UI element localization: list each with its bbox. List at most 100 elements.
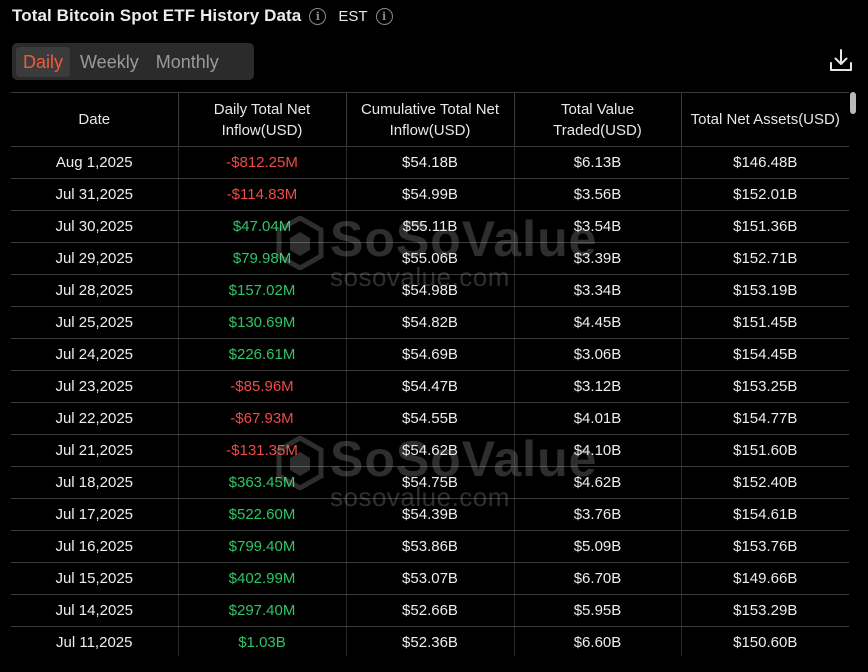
table-row[interactable]: Jul 30,2025 $47.04M $55.11B $3.54B $151.36B xyxy=(11,210,849,243)
cell-net-assets: $154.77B xyxy=(681,402,849,435)
cell-cumulative-inflow: $54.18B xyxy=(346,146,515,179)
table-row[interactable]: Jul 29,2025 $79.98M $55.06B $3.39B $152.71B xyxy=(11,242,849,275)
cell-net-assets: $152.71B xyxy=(681,242,849,275)
cell-net-assets: $153.29B xyxy=(681,594,849,627)
cell-net-assets: $149.66B xyxy=(681,562,849,595)
cell-daily-inflow: $157.02M xyxy=(178,274,347,307)
cell-net-assets: $153.25B xyxy=(681,370,849,403)
history-table-container[interactable]: Date Daily Total Net Inflow(USD) Cumulat… xyxy=(11,92,849,656)
tab-daily[interactable]: Daily xyxy=(16,46,71,77)
column-header-date[interactable]: Date xyxy=(11,92,179,147)
cell-cumulative-inflow: $54.47B xyxy=(346,370,515,403)
cell-daily-inflow: $402.99M xyxy=(178,562,347,595)
cell-daily-inflow: $47.04M xyxy=(178,210,347,243)
timezone-info-icon[interactable]: i xyxy=(375,7,393,25)
table-body: Aug 1,2025 -$812.25M $54.18B $6.13B $146.48B… xyxy=(11,146,849,656)
table-scrollbar[interactable] xyxy=(849,92,857,656)
download-icon xyxy=(830,49,852,71)
cell-daily-inflow: $130.69M xyxy=(178,306,347,339)
cell-cumulative-inflow: $52.66B xyxy=(346,594,515,627)
cell-net-assets: $146.48B xyxy=(681,146,849,179)
cell-value-traded: $5.95B xyxy=(514,594,682,627)
cell-daily-inflow: $79.98M xyxy=(178,242,347,275)
cell-cumulative-inflow: $54.69B xyxy=(346,338,515,371)
cell-value-traded: $6.70B xyxy=(514,562,682,595)
cell-daily-inflow: -$85.96M xyxy=(178,370,347,403)
cell-date: Jul 25,2025 xyxy=(11,306,179,339)
column-header-net-assets[interactable]: Total Net Assets(USD) xyxy=(681,92,849,147)
cell-net-assets: $151.60B xyxy=(681,434,849,467)
table-row[interactable]: Jul 15,2025 $402.99M $53.07B $6.70B $149.66B xyxy=(11,562,849,595)
cell-cumulative-inflow: $54.99B xyxy=(346,178,515,211)
cell-cumulative-inflow: $54.62B xyxy=(346,434,515,467)
cell-date: Jul 11,2025 xyxy=(11,626,179,656)
cell-date: Jul 15,2025 xyxy=(11,562,179,595)
cell-date: Jul 18,2025 xyxy=(11,466,179,499)
cell-net-assets: $150.60B xyxy=(681,626,849,656)
cell-cumulative-inflow: $55.11B xyxy=(346,210,515,243)
page-title: Total Bitcoin Spot ETF History Data xyxy=(12,6,302,25)
cell-net-assets: $154.61B xyxy=(681,498,849,531)
table-row[interactable]: Jul 25,2025 $130.69M $54.82B $4.45B $151.45B xyxy=(11,306,849,339)
table-row[interactable]: Jul 24,2025 $226.61M $54.69B $3.06B $154.45B xyxy=(11,338,849,371)
cell-value-traded: $4.01B xyxy=(514,402,682,435)
table-row[interactable]: Jul 14,2025 $297.40M $52.66B $5.95B $153.29B xyxy=(11,594,849,627)
table-row[interactable]: Jul 28,2025 $157.02M $54.98B $3.34B $153.19B xyxy=(11,274,849,307)
table-row[interactable]: Jul 21,2025 -$131.35M $54.62B $4.10B $151.60… xyxy=(11,434,849,467)
cell-daily-inflow: $226.61M xyxy=(178,338,347,371)
cell-cumulative-inflow: $54.98B xyxy=(346,274,515,307)
cell-cumulative-inflow: $54.39B xyxy=(346,498,515,531)
cell-date: Jul 30,2025 xyxy=(11,210,179,243)
cell-date: Jul 21,2025 xyxy=(11,434,179,467)
table-row[interactable]: Jul 22,2025 -$67.93M $54.55B $4.01B $154.77B xyxy=(11,402,849,435)
cell-date: Jul 16,2025 xyxy=(11,530,179,563)
table-row[interactable]: Jul 17,2025 $522.60M $54.39B $3.76B $154.61B xyxy=(11,498,849,531)
cell-value-traded: $3.06B xyxy=(514,338,682,371)
table-row[interactable]: Jul 31,2025 -$114.83M $54.99B $3.56B $152.01… xyxy=(11,178,849,211)
cell-value-traded: $3.54B xyxy=(514,210,682,243)
cell-cumulative-inflow: $54.75B xyxy=(346,466,515,499)
timezone-label: EST xyxy=(338,7,368,25)
cell-net-assets: $153.19B xyxy=(681,274,849,307)
cell-net-assets: $153.76B xyxy=(681,530,849,563)
cell-value-traded: $3.39B xyxy=(514,242,682,275)
period-tabs: Daily Weekly Monthly xyxy=(12,43,254,80)
cell-date: Jul 22,2025 xyxy=(11,402,179,435)
column-header-value-traded[interactable]: Total Value Traded(USD) xyxy=(514,92,682,147)
cell-cumulative-inflow: $52.36B xyxy=(346,626,515,656)
table-row[interactable]: Jul 23,2025 -$85.96M $54.47B $3.12B $153.25B xyxy=(11,370,849,403)
cell-daily-inflow: -$131.35M xyxy=(178,434,347,467)
page-header: Total Bitcoin Spot ETF History Data i ES… xyxy=(12,4,393,28)
cell-value-traded: $4.10B xyxy=(514,434,682,467)
cell-daily-inflow: -$114.83M xyxy=(178,178,347,211)
cell-daily-inflow: -$67.93M xyxy=(178,402,347,435)
table-row[interactable]: Jul 18,2025 $363.45M $54.75B $4.62B $152.40B xyxy=(11,466,849,499)
table-row[interactable]: Aug 1,2025 -$812.25M $54.18B $6.13B $146.48B xyxy=(11,146,849,179)
table-row[interactable]: Jul 11,2025 $1.03B $52.36B $6.60B $150.60B xyxy=(11,626,849,656)
cell-daily-inflow: $1.03B xyxy=(178,626,347,656)
cell-net-assets: $151.36B xyxy=(681,210,849,243)
scrollbar-thumb[interactable] xyxy=(850,92,856,114)
download-button[interactable] xyxy=(826,46,856,76)
tab-weekly[interactable]: Weekly xyxy=(73,47,146,77)
cell-daily-inflow: $522.60M xyxy=(178,498,347,531)
cell-value-traded: $3.34B xyxy=(514,274,682,307)
cell-daily-inflow: $799.40M xyxy=(178,530,347,563)
info-icon[interactable]: i xyxy=(309,7,327,25)
cell-date: Jul 28,2025 xyxy=(11,274,179,307)
cell-value-traded: $4.62B xyxy=(514,466,682,499)
column-header-cumulative-inflow[interactable]: Cumulative Total Net Inflow(USD) xyxy=(346,92,515,147)
cell-date: Jul 23,2025 xyxy=(11,370,179,403)
cell-daily-inflow: $297.40M xyxy=(178,594,347,627)
cell-value-traded: $5.09B xyxy=(514,530,682,563)
cell-cumulative-inflow: $55.06B xyxy=(346,242,515,275)
cell-date: Jul 29,2025 xyxy=(11,242,179,275)
table-row[interactable]: Jul 16,2025 $799.40M $53.86B $5.09B $153.76B xyxy=(11,530,849,563)
cell-daily-inflow: -$812.25M xyxy=(178,146,347,179)
cell-net-assets: $152.01B xyxy=(681,178,849,211)
cell-date: Jul 14,2025 xyxy=(11,594,179,627)
tab-monthly[interactable]: Monthly xyxy=(149,47,226,77)
cell-value-traded: $3.56B xyxy=(514,178,682,211)
cell-cumulative-inflow: $54.82B xyxy=(346,306,515,339)
column-header-daily-inflow[interactable]: Daily Total Net Inflow(USD) xyxy=(178,92,347,147)
